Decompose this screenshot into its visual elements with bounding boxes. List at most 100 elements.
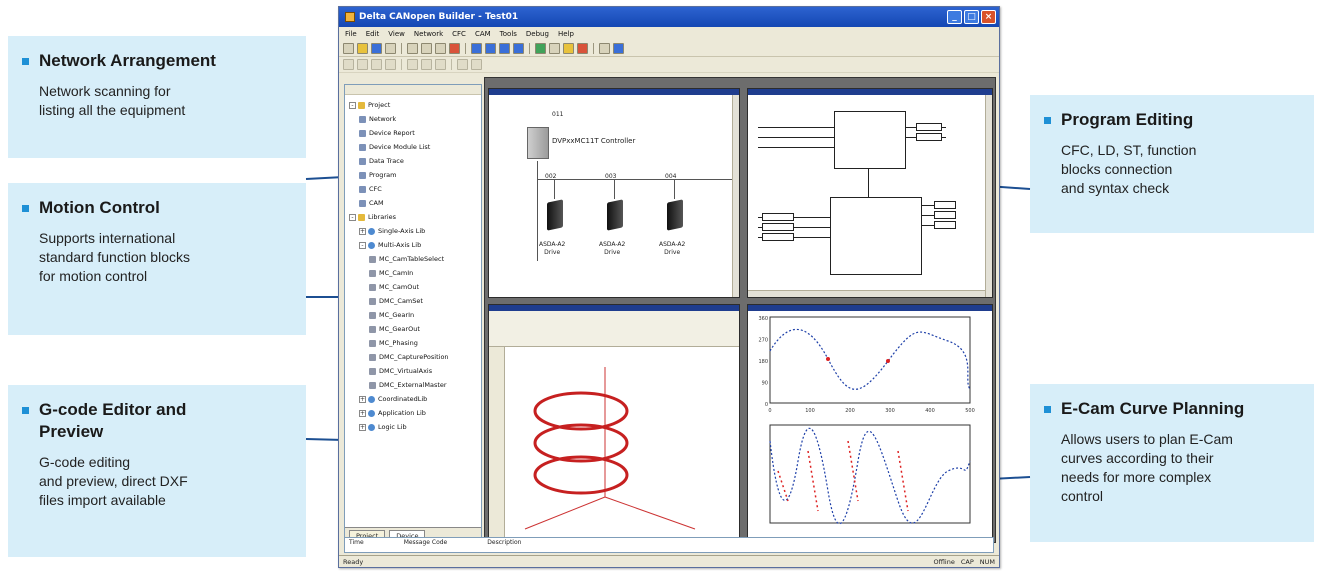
tree-item-label: DMC_CamSet [379, 297, 423, 305]
output-variable[interactable] [916, 133, 942, 141]
expand-icon[interactable]: + [359, 227, 366, 235]
tree-item[interactable]: DMC_CapturePosition [349, 350, 481, 364]
menu-cam[interactable]: CAM [475, 30, 491, 38]
tree-item[interactable]: Device Module List [349, 140, 481, 154]
vertical-scrollbar[interactable] [985, 95, 992, 297]
tree-item[interactable]: Program [349, 168, 481, 182]
tree-item[interactable]: MC_CamTableSelect [349, 252, 481, 266]
menu-bar: File Edit View Network CFC CAM Tools Debug Help [339, 27, 999, 41]
align-left-icon[interactable] [343, 59, 354, 70]
menu-cfc[interactable]: CFC [452, 30, 466, 38]
servo-drive-icon[interactable] [547, 199, 563, 231]
print-icon[interactable] [385, 43, 396, 54]
download-icon[interactable] [535, 43, 546, 54]
scan-icon[interactable] [485, 43, 496, 54]
upload-icon[interactable] [549, 43, 560, 54]
align-right-icon[interactable] [357, 59, 368, 70]
horizontal-scrollbar[interactable] [748, 290, 985, 297]
grid-icon[interactable] [457, 59, 468, 70]
collapse-icon[interactable]: - [349, 101, 356, 109]
ecam-chart-pane: 0 100 200 300 400 500 360 270 180 90 0 [747, 304, 993, 540]
output-variable[interactable] [934, 221, 956, 229]
y-tick-label: 180 [758, 359, 768, 365]
preview-toolbar [489, 347, 505, 539]
open-icon[interactable] [357, 43, 368, 54]
expand-icon[interactable]: + [359, 423, 366, 431]
output-variable[interactable] [934, 201, 956, 209]
stop-icon[interactable] [577, 43, 588, 54]
tree-item[interactable]: + Logic Lib [349, 420, 481, 434]
tree-item[interactable]: CFC [349, 182, 481, 196]
menu-view[interactable]: View [388, 30, 405, 38]
step-icon[interactable] [407, 59, 418, 70]
gcode-text-area[interactable] [489, 311, 739, 347]
cfc-icon [359, 185, 366, 193]
compile-icon[interactable] [563, 43, 574, 54]
callout-title: E-Cam Curve Planning [1061, 399, 1245, 418]
tree-item[interactable]: MC_CamIn [349, 266, 481, 280]
help-icon[interactable] [513, 43, 524, 54]
tree-item[interactable]: + CoordinatedLib [349, 392, 481, 406]
align-top-icon[interactable] [371, 59, 382, 70]
tree-item[interactable]: - Libraries [349, 210, 481, 224]
tree-item-label: CAM [369, 199, 384, 207]
step-over-icon[interactable] [421, 59, 432, 70]
expand-icon[interactable]: + [359, 409, 366, 417]
tree-item[interactable]: MC_CamOut [349, 280, 481, 294]
zoom-icon[interactable] [599, 43, 610, 54]
save-icon[interactable] [371, 43, 382, 54]
copy-icon[interactable] [421, 43, 432, 54]
align-bottom-icon[interactable] [385, 59, 396, 70]
tree-item[interactable]: + Application Lib [349, 406, 481, 420]
tree-item[interactable]: DMC_VirtualAxis [349, 364, 481, 378]
tree-item-label: DMC_VirtualAxis [379, 367, 433, 375]
menu-help[interactable]: Help [558, 30, 574, 38]
tree-item[interactable]: MC_GearIn [349, 308, 481, 322]
function-block[interactable] [834, 111, 906, 169]
menu-debug[interactable]: Debug [526, 30, 549, 38]
project-tree: - Project Network Device Report Device Modul… [344, 84, 482, 544]
menu-tools[interactable]: Tools [500, 30, 517, 38]
paste-icon[interactable] [435, 43, 446, 54]
minimize-button[interactable]: _ [947, 10, 962, 24]
input-variable[interactable] [762, 213, 794, 221]
tree-item[interactable]: DMC_ExternalMaster [349, 378, 481, 392]
breakpoint-icon[interactable] [435, 59, 446, 70]
input-variable[interactable] [762, 223, 794, 231]
output-variable[interactable] [916, 123, 942, 131]
servo-drive-icon[interactable] [607, 199, 623, 231]
callout-ecam-curve-planning: E-Cam Curve Planning Allows users to pla… [1030, 384, 1314, 542]
expand-icon[interactable]: + [359, 395, 366, 403]
tree-item[interactable]: Network [349, 112, 481, 126]
settings-icon[interactable] [613, 43, 624, 54]
status-cap: CAP [960, 557, 974, 566]
tree-item[interactable]: MC_GearOut [349, 322, 481, 336]
tree-item[interactable]: CAM [349, 196, 481, 210]
function-block[interactable] [830, 197, 922, 275]
menu-file[interactable]: File [345, 30, 357, 38]
tree-item[interactable]: Data Trace [349, 154, 481, 168]
input-variable[interactable] [762, 233, 794, 241]
menu-edit[interactable]: Edit [366, 30, 380, 38]
menu-network[interactable]: Network [414, 30, 443, 38]
close-button[interactable]: × [981, 10, 996, 24]
tree-item[interactable]: + Single-Axis Lib [349, 224, 481, 238]
cut-icon[interactable] [407, 43, 418, 54]
tree-item[interactable]: MC_Phasing [349, 336, 481, 350]
collapse-icon[interactable]: - [349, 213, 356, 221]
tree-item[interactable]: - Project [349, 98, 481, 112]
new-icon[interactable] [343, 43, 354, 54]
tree-item[interactable]: - Multi-Axis Lib [349, 238, 481, 252]
controller-icon[interactable] [527, 127, 549, 159]
delete-icon[interactable] [449, 43, 460, 54]
layout-icon[interactable] [499, 43, 510, 54]
servo-drive-icon[interactable] [667, 199, 683, 231]
output-variable[interactable] [934, 211, 956, 219]
tree-item[interactable]: DMC_CamSet [349, 294, 481, 308]
collapse-icon[interactable]: - [359, 241, 366, 249]
ruler-icon[interactable] [471, 59, 482, 70]
maximize-button[interactable]: □ [964, 10, 979, 24]
tree-item[interactable]: Device Report [349, 126, 481, 140]
vertical-scrollbar[interactable] [732, 95, 739, 297]
online-icon[interactable] [471, 43, 482, 54]
